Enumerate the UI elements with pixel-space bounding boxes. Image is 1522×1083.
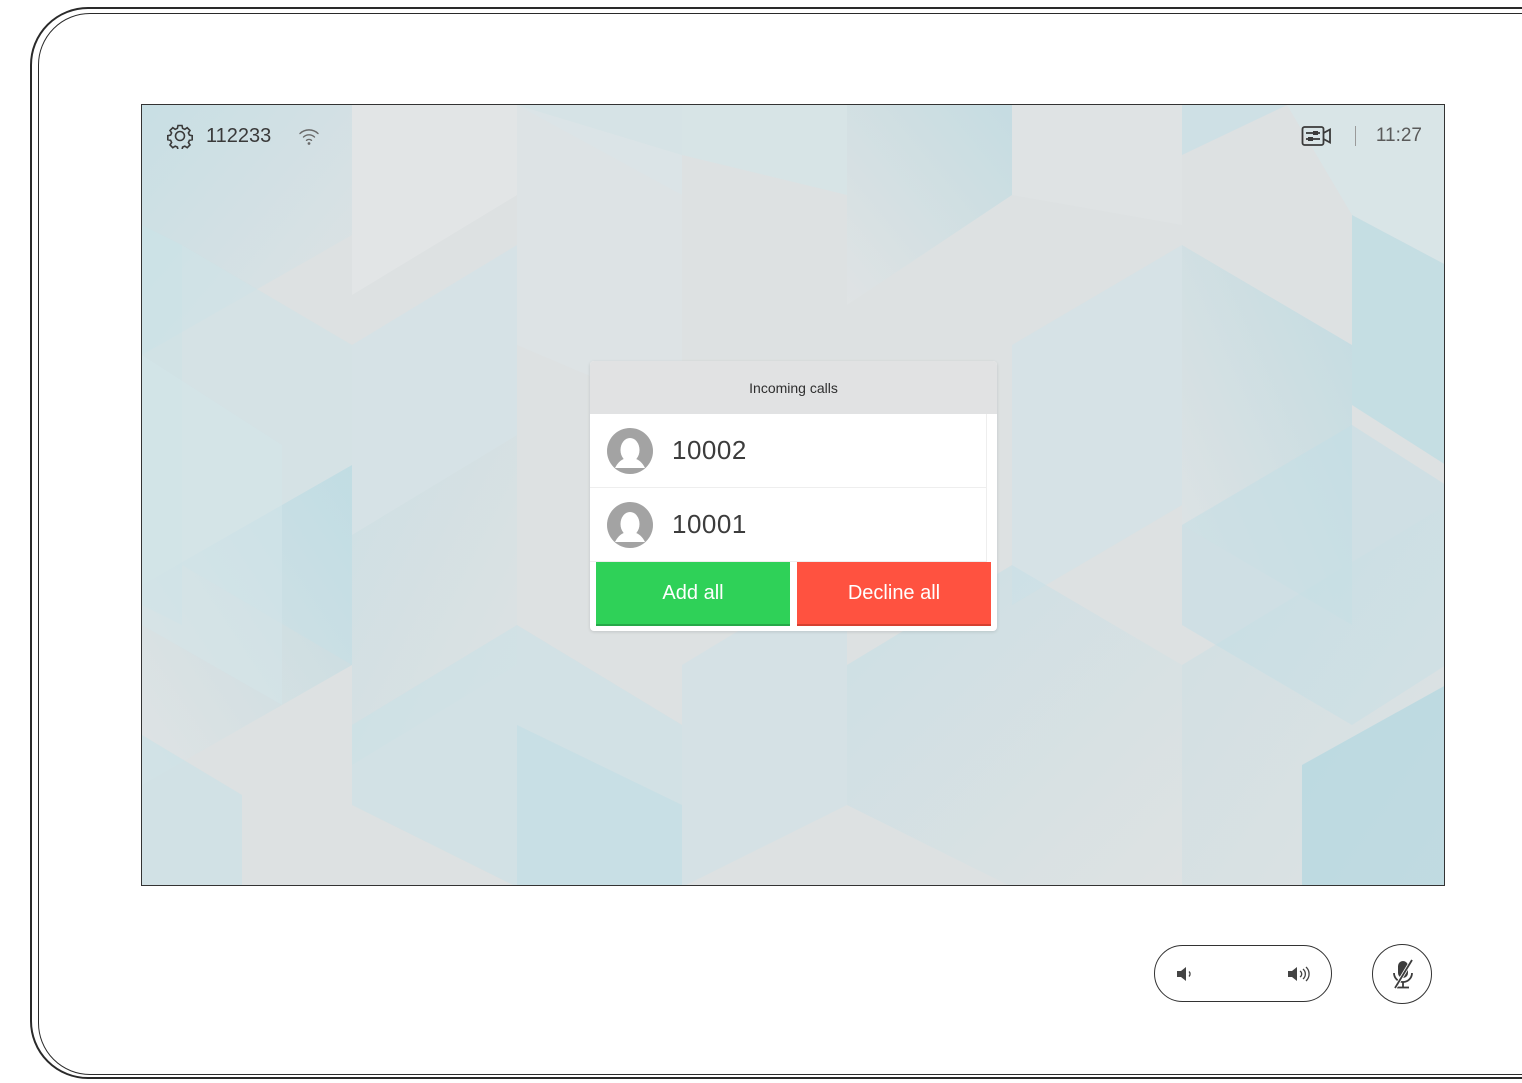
incoming-calls-dialog: Incoming calls 10002 10001 Add all Decli… — [590, 361, 997, 631]
avatar-icon — [607, 501, 653, 548]
avatar-icon — [607, 427, 653, 474]
caller-number: 10002 — [672, 435, 747, 465]
call-list-item[interactable]: 10002 — [590, 414, 987, 488]
status-bar-right: 11:27 — [1301, 122, 1422, 150]
dialog-title: Incoming calls — [590, 361, 997, 414]
call-list-item[interactable]: 10001 — [590, 488, 987, 562]
wifi-icon — [299, 129, 319, 145]
volume-rocker[interactable] — [1154, 945, 1332, 1002]
clock: 11:27 — [1375, 125, 1422, 146]
decline-all-button[interactable]: Decline all — [797, 562, 991, 626]
status-divider — [1354, 126, 1356, 146]
selfview-icon[interactable] — [1301, 124, 1333, 148]
add-all-button[interactable]: Add all — [596, 562, 790, 626]
touch-screen: 112233 11:27 Incoming calls 10002 10001 … — [141, 104, 1445, 886]
dialog-actions: Add all Decline all — [596, 562, 991, 626]
volume-down-icon[interactable] — [1174, 964, 1196, 984]
touch-panel-device: 112233 11:27 Incoming calls 10002 10001 … — [0, 0, 1522, 1083]
microphone-muted-icon — [1393, 959, 1414, 989]
gear-icon[interactable] — [167, 123, 193, 149]
status-bar-left: 112233 — [167, 122, 321, 150]
volume-up-icon[interactable] — [1286, 963, 1312, 985]
mute-button[interactable] — [1372, 944, 1432, 1004]
system-number: 112233 — [206, 124, 272, 147]
caller-number: 10001 — [672, 509, 747, 539]
